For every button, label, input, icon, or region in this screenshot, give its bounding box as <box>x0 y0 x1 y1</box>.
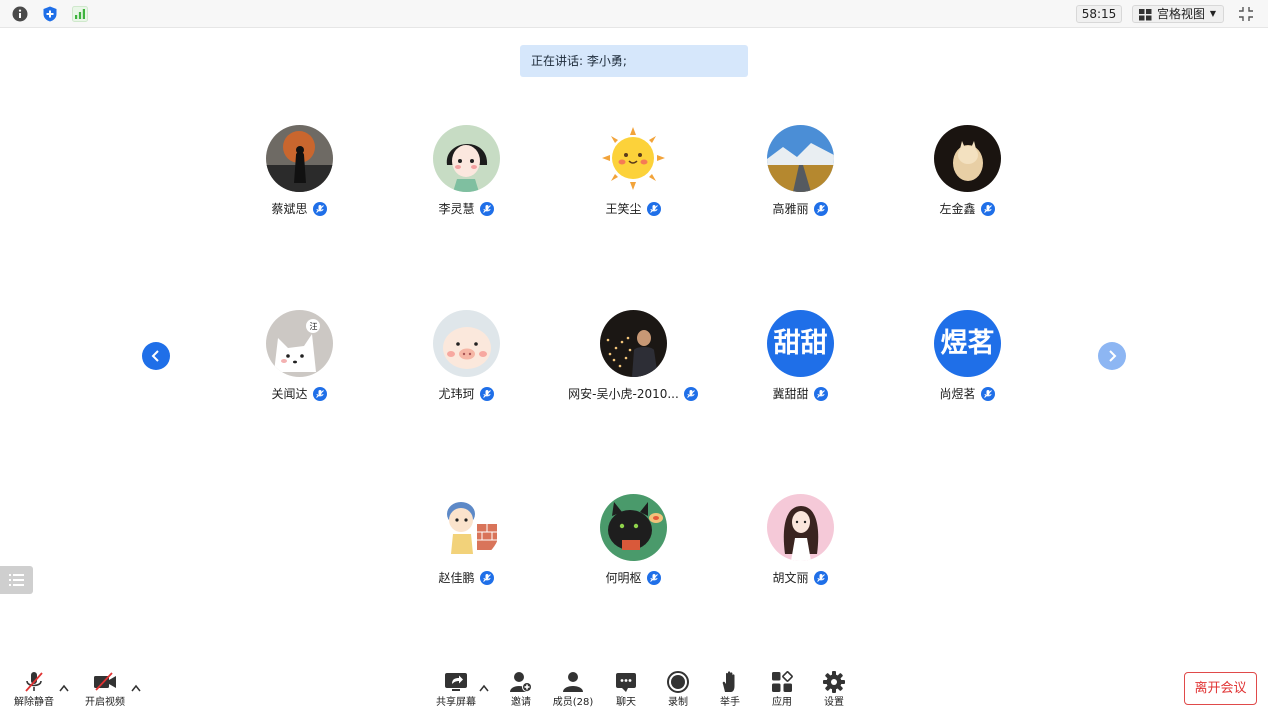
participant-tile[interactable]: 汪 关闻达 <box>219 310 379 420</box>
record-icon <box>666 670 690 694</box>
mic-muted-icon <box>646 570 661 585</box>
hand-icon <box>718 670 742 694</box>
participant-name: 冀甜甜 <box>772 386 809 401</box>
grid-view-icon <box>1139 9 1152 25</box>
chevron-up-icon[interactable] <box>479 684 489 692</box>
info-icon[interactable] <box>12 6 28 22</box>
chevron-left-icon <box>151 350 159 362</box>
participant-tile[interactable]: 甜甜 冀甜甜 <box>720 310 880 420</box>
mic-muted-icon <box>646 201 661 216</box>
leave-meeting-button[interactable]: 离开会议 <box>1184 672 1257 705</box>
mic-muted-icon <box>312 386 327 401</box>
add-user-icon <box>509 670 533 694</box>
avatar <box>433 494 500 561</box>
avatar-initials: 甜甜 <box>767 310 834 377</box>
list-icon <box>9 574 24 586</box>
avatar: 汪 <box>266 310 333 377</box>
chevron-up-icon[interactable] <box>59 684 69 692</box>
gear-icon <box>822 670 846 694</box>
members-icon <box>561 670 585 694</box>
mic-muted-icon <box>479 570 494 585</box>
speaking-label: 正在讲话: <box>531 54 584 68</box>
participant-tile[interactable]: 高雅丽 <box>720 125 880 235</box>
next-page-button[interactable] <box>1098 342 1126 370</box>
view-mode-dropdown[interactable]: 宫格视图 ▼ <box>1132 5 1224 23</box>
video-off-icon <box>93 670 117 694</box>
participant-tile[interactable]: 左金鑫 <box>887 125 1047 235</box>
start-video-button[interactable]: 开启视频 <box>80 670 130 710</box>
share-screen-button[interactable]: 共享屏幕 <box>431 670 481 710</box>
participant-name: 高雅丽 <box>772 201 809 216</box>
participant-name: 尚煜茗 <box>939 386 976 401</box>
exit-fullscreen-icon[interactable] <box>1238 6 1254 22</box>
network-signal-icon[interactable] <box>72 6 88 22</box>
avatar <box>767 125 834 192</box>
participant-name: 胡文丽 <box>772 570 809 585</box>
mic-muted-icon <box>813 570 828 585</box>
view-mode-label: 宫格视图 <box>1157 7 1206 21</box>
avatar <box>600 310 667 377</box>
participant-list-toggle[interactable] <box>0 566 33 594</box>
avatar <box>433 125 500 192</box>
participant-tile[interactable]: 蔡斌思 <box>219 125 379 235</box>
participant-tile[interactable]: 王笑尘 <box>553 125 713 235</box>
participant-name: 王笑尘 <box>605 201 642 216</box>
chevron-down-icon: ▼ <box>1209 9 1216 18</box>
participant-tile[interactable]: 胡文丽 <box>720 494 880 604</box>
top-bar: 58:15 宫格视图 ▼ <box>0 0 1268 28</box>
participant-name: 蔡斌思 <box>271 201 308 216</box>
mic-muted-icon <box>980 201 995 216</box>
previous-page-button[interactable] <box>142 342 170 370</box>
participant-name: 尤玮珂 <box>438 386 475 401</box>
participant-name: 何明枢 <box>605 570 642 585</box>
participant-tile[interactable]: 尤玮珂 <box>386 310 546 420</box>
mic-off-icon <box>22 670 46 694</box>
mic-muted-icon <box>813 201 828 216</box>
mic-muted-icon <box>813 386 828 401</box>
participant-name: 赵佳鹏 <box>438 570 475 585</box>
start-video-label: 开启视频 <box>85 697 125 708</box>
speaking-banner: 正在讲话: 李小勇; <box>520 45 748 77</box>
avatar-initials: 煜茗 <box>934 310 1001 377</box>
participant-tile[interactable]: 煜茗 尚煜茗 <box>887 310 1047 420</box>
unmute-button[interactable]: 解除静音 <box>9 670 59 710</box>
avatar <box>767 494 834 561</box>
mic-muted-icon <box>683 386 698 401</box>
share-screen-label: 共享屏幕 <box>436 697 476 708</box>
speaking-speaker: 李小勇; <box>586 54 627 68</box>
participant-tile[interactable]: 李灵慧 <box>386 125 546 235</box>
participant-tile[interactable]: 何明枢 <box>553 494 713 604</box>
mic-muted-icon <box>312 201 327 216</box>
participant-name: 关闻达 <box>271 386 308 401</box>
meeting-timer: 58:15 <box>1076 5 1122 23</box>
apps-icon <box>770 670 794 694</box>
mic-muted-icon <box>980 386 995 401</box>
avatar <box>934 125 1001 192</box>
chevron-up-icon[interactable] <box>131 684 141 692</box>
mic-muted-icon <box>479 201 494 216</box>
participant-name: 网安-吴小虎-2010... <box>568 386 679 401</box>
avatar <box>433 310 500 377</box>
participant-tile[interactable]: 赵佳鹏 <box>386 494 546 604</box>
mic-muted-icon <box>479 386 494 401</box>
avatar <box>600 125 667 192</box>
chat-icon <box>614 670 638 694</box>
share-screen-icon <box>444 670 468 694</box>
unmute-label: 解除静音 <box>14 697 54 708</box>
participant-name: 李灵慧 <box>438 201 475 216</box>
svg-text:汪: 汪 <box>310 322 318 331</box>
avatar <box>600 494 667 561</box>
participant-name: 左金鑫 <box>939 201 976 216</box>
avatar <box>266 125 333 192</box>
security-shield-icon[interactable] <box>42 6 58 22</box>
chevron-right-icon <box>1109 350 1117 362</box>
participant-tile[interactable]: 网安-吴小虎-2010... <box>553 310 713 420</box>
settings-button[interactable]: 设置 <box>809 670 859 710</box>
settings-label: 设置 <box>824 697 844 708</box>
